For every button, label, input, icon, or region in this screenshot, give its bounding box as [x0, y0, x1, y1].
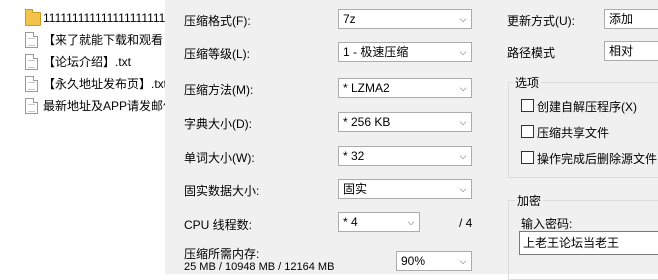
password-input[interactable]: 上老王论坛当老王 — [519, 231, 658, 255]
word-label: 单词大小(W): — [184, 151, 255, 165]
path-mode-label: 路径模式 — [507, 46, 556, 60]
update-label: 更新方式(U): — [507, 14, 575, 28]
delete-after-label: 操作完成后删除源文件 — [537, 152, 658, 166]
memory-label: 压缩所需内存: — [184, 247, 260, 261]
add-to-archive-dialog: 压缩格式(F): 7z ⌵ 压缩等级(L): 1 - 极速压缩 ⌵ 压缩方法(M… — [165, 0, 658, 280]
chevron-down-icon: ⌵ — [459, 256, 467, 266]
sfx-label: 创建自解压程序(X) — [537, 100, 637, 114]
chevron-down-icon: ⌵ — [459, 14, 467, 24]
threads-label: CPU 线程数: — [184, 218, 253, 232]
options-title: 选项 — [513, 74, 542, 91]
dict-select[interactable]: * 256 KB ⌵ — [338, 112, 472, 132]
memory-percent-select[interactable]: 90% ⌵ — [396, 251, 472, 271]
path-mode-select[interactable]: 相对 — [604, 41, 658, 61]
chevron-down-icon: ⌵ — [459, 151, 467, 161]
file-name: 【永久地址发布页】.txt — [43, 77, 165, 91]
chevron-down-icon: ⌵ — [459, 83, 467, 93]
list-item[interactable]: 最新地址及APP请发邮件 — [21, 96, 165, 116]
list-item[interactable]: 【永久地址发布页】.txt — [21, 74, 165, 94]
format-select[interactable]: 7z ⌵ — [338, 9, 472, 29]
shared-files-label: 压缩共享文件 — [537, 126, 610, 140]
word-select[interactable]: * 32 ⌵ — [338, 146, 472, 166]
threads-select[interactable]: * 4 ⌵ — [338, 212, 420, 232]
threads-max: / 4 — [459, 216, 473, 230]
file-name: 111111111111111111111 — [43, 11, 165, 25]
folder-icon — [25, 9, 41, 26]
delete-after-checkbox[interactable] — [521, 151, 534, 164]
password-value: 上老王论坛当老王 — [523, 236, 620, 250]
solid-value: 固实 — [343, 182, 368, 196]
chevron-down-icon: ⌵ — [459, 184, 467, 194]
chevron-down-icon: ⌵ — [459, 117, 467, 127]
format-label: 压缩格式(F): — [184, 14, 251, 28]
method-select[interactable]: * LZMA2 ⌵ — [338, 78, 472, 98]
list-item[interactable]: 【来了就能下载和观看 — [21, 30, 165, 50]
list-item[interactable]: 【论坛介绍】.txt — [21, 52, 165, 72]
word-value: * 32 — [343, 149, 365, 163]
file-list: 111111111111111111111 【来了就能下载和观看 【论坛介绍】.… — [0, 0, 165, 274]
encryption-title: 加密 — [515, 192, 544, 209]
memory-detail: 25 MB / 10948 MB / 12164 MB — [184, 261, 335, 273]
password-label: 输入密码: — [521, 217, 573, 231]
shared-files-checkbox[interactable] — [521, 125, 534, 138]
chevron-down-icon: ⌵ — [407, 217, 415, 227]
text-file-icon — [25, 76, 38, 92]
threads-value: * 4 — [343, 215, 358, 229]
solid-label: 固实数据大小: — [184, 184, 260, 198]
level-label: 压缩等级(L): — [184, 47, 251, 61]
dict-label: 字典大小(D): — [184, 117, 252, 131]
text-file-icon — [25, 54, 38, 70]
method-value: * LZMA2 — [343, 81, 390, 95]
text-file-icon — [25, 98, 38, 114]
format-value: 7z — [343, 12, 356, 26]
text-file-icon — [25, 32, 38, 48]
update-select[interactable]: 添加 — [604, 9, 658, 29]
file-name: 最新地址及APP请发邮件 — [43, 99, 165, 113]
chevron-down-icon: ⌵ — [459, 47, 467, 57]
level-value: 1 - 极速压缩 — [343, 45, 409, 59]
path-mode-value: 相对 — [609, 44, 634, 58]
file-name: 【来了就能下载和观看 — [43, 33, 164, 47]
file-name: 【论坛介绍】.txt — [43, 55, 132, 69]
method-label: 压缩方法(M): — [184, 83, 254, 97]
solid-select[interactable]: 固实 ⌵ — [338, 179, 472, 199]
sfx-checkbox[interactable] — [521, 99, 534, 112]
update-value: 添加 — [609, 12, 634, 26]
dict-value: * 256 KB — [343, 115, 391, 129]
level-select[interactable]: 1 - 极速压缩 ⌵ — [338, 42, 472, 62]
list-item[interactable]: 111111111111111111111 — [21, 8, 165, 28]
memory-percent-value: 90% — [401, 254, 426, 268]
